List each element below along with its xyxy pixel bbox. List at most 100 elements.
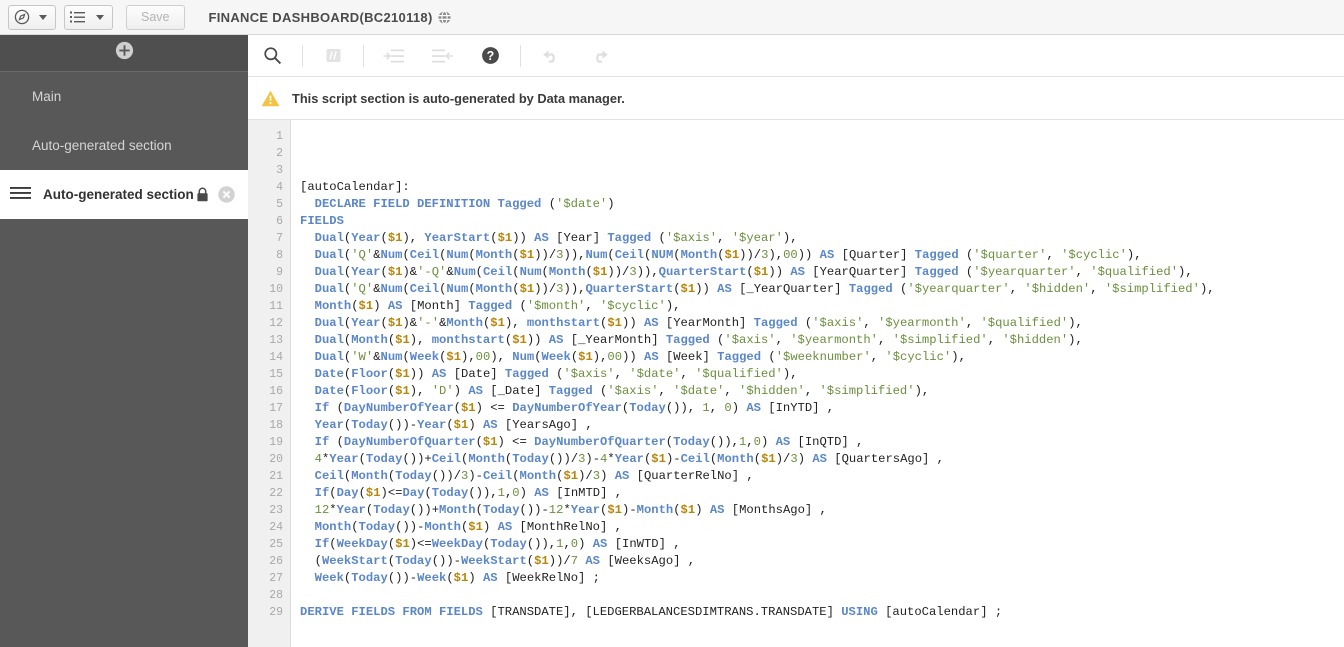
code-line[interactable]: [autoCalendar]: (300, 179, 1344, 196)
code-line[interactable]: DERIVE FIELDS FROM FIELDS [TRANSDATE], [… (300, 604, 1344, 621)
code-content[interactable]: [autoCalendar]: DECLARE FIELD DEFINITION… (291, 120, 1344, 647)
code-token: ) (453, 384, 469, 398)
code-token: [YearsAgo] , (497, 418, 593, 432)
code-token: $1 (578, 350, 593, 364)
code-line[interactable]: DECLARE FIELD DEFINITION Tagged ('$date'… (300, 196, 1344, 213)
code-line[interactable]: Month(Today())-Month($1) AS [MonthRelNo]… (300, 519, 1344, 536)
navigation-dropdown-button[interactable] (8, 4, 56, 30)
code-token: [QuartersAgo] , (826, 452, 944, 466)
code-line[interactable] (300, 145, 1344, 162)
code-token: $1 (563, 469, 579, 483)
code-line[interactable]: 4*Year(Today())+Ceil(Month(Today())/3)-4… (300, 451, 1344, 468)
code-token: 0 (753, 435, 761, 449)
code-line[interactable]: If (DayNumberOfQuarter($1) <= DayNumberO… (300, 434, 1344, 451)
code-line[interactable] (300, 587, 1344, 604)
code-token: ) (468, 571, 483, 585)
sidebar-item-main[interactable]: Main (0, 72, 248, 121)
warning-triangle-icon (261, 90, 280, 107)
undo-icon[interactable] (527, 35, 575, 77)
redo-icon[interactable] (575, 35, 623, 77)
code-token: Floor (351, 367, 388, 381)
help-icon[interactable]: ? (466, 35, 514, 77)
code-line[interactable]: Dual(Year($1), YearStart($1)) AS [Year] … (300, 230, 1344, 247)
code-token: [Quarter] (834, 248, 915, 262)
code-line[interactable]: Dual(Year($1)&'-Q'&Num(Ceil(Num(Month($1… (300, 264, 1344, 281)
code-token: Day (336, 486, 359, 500)
code-line[interactable]: If (DayNumberOfYear($1) <= DayNumberOfYe… (300, 400, 1344, 417)
code-token: [WeekRelNo] ; (497, 571, 600, 585)
code-token: ( (797, 316, 813, 330)
code-line[interactable]: Year(Today())-Year($1) AS [YearsAgo] , (300, 417, 1344, 434)
code-token: AS (534, 486, 549, 500)
code-token: AS (592, 537, 608, 551)
plus-circle-icon (115, 41, 134, 65)
code-token: $1 (453, 571, 469, 585)
code-line[interactable]: Ceil(Month(Today())/3)-Ceil(Month($1)/3)… (300, 468, 1344, 485)
search-icon[interactable] (248, 35, 296, 77)
code-token: 1 (702, 401, 710, 415)
code-line[interactable]: Dual(Year($1)&'-'&Month($1), monthstart(… (300, 315, 1344, 332)
sidebar-item-label: Auto-generated section (43, 187, 194, 202)
code-line[interactable]: (WeekStart(Today())-WeekStart($1))/7 AS … (300, 553, 1344, 570)
save-button[interactable]: Save (126, 4, 185, 30)
code-token: AS (387, 299, 403, 313)
line-number: 12 (269, 317, 283, 330)
code-token: AS (548, 333, 564, 347)
code-editor-area[interactable]: 1 2 3 4 5 6 7 8 9 10 11 12 13 14 15 16 17 18 19 20 21 22 23 24 2… (248, 120, 1344, 647)
list-dropdown-button[interactable] (64, 4, 113, 30)
code-token: Num (380, 350, 403, 364)
sidebar-item-auto-generated-section-selected[interactable]: Auto-generated section (0, 170, 248, 219)
code-line[interactable]: If(Day($1)<=Day(Today()),1,0) AS [InMTD]… (300, 485, 1344, 502)
code-token: $1 (446, 350, 462, 364)
code-line[interactable]: Dual('Q'&Num(Ceil(Num(Month($1))/3)),Qua… (300, 281, 1344, 298)
code-token: Today (673, 435, 710, 449)
code-token: ()), (709, 435, 739, 449)
code-token: AS (746, 401, 761, 415)
code-token: ( (512, 299, 527, 313)
code-token: '$simplified' (1104, 282, 1200, 296)
hamburger-drag-icon[interactable] (10, 186, 31, 203)
code-line[interactable]: Week(Today())-Week($1) AS [WeekRelNo] ; (300, 570, 1344, 587)
code-token: ) (578, 537, 593, 551)
code-token: ( (753, 452, 762, 466)
code-token: ( (892, 282, 908, 296)
code-token: ))/ (534, 248, 557, 262)
code-token: 0 (570, 537, 579, 551)
code-token: Num (380, 282, 403, 296)
sidebar-item-auto-generated-section[interactable]: Auto-generated section (0, 121, 248, 170)
code-token: [Month] (402, 299, 469, 313)
code-token: Tagged (504, 367, 549, 381)
code-token: ( (490, 231, 498, 245)
globe-icon[interactable] (438, 10, 451, 24)
close-circle-icon[interactable] (218, 186, 235, 203)
code-line[interactable]: Month($1) AS [Month] Tagged ('$month', '… (300, 298, 1344, 315)
code-line[interactable]: 12*Year(Today())+Month(Today())-12*Year(… (300, 502, 1344, 519)
code-token: ( (761, 350, 776, 364)
code-line[interactable]: Dual(Month($1), monthstart($1)) AS [_Yea… (300, 332, 1344, 349)
code-line[interactable] (300, 128, 1344, 145)
code-token: )/ (578, 469, 593, 483)
code-token: ( (329, 401, 344, 415)
code-line[interactable]: Dual('Q'&Num(Ceil(Num(Month($1))/3)),Num… (300, 247, 1344, 264)
add-section-button[interactable] (0, 35, 248, 72)
code-token: ( (329, 537, 337, 551)
code-token: '$qualified' (980, 316, 1069, 330)
code-token: AS (717, 282, 732, 296)
code-line[interactable]: Dual('W'&Num(Week($1),00), Num(Week($1),… (300, 349, 1344, 366)
code-token: Year (417, 418, 447, 432)
indent-icon[interactable] (370, 35, 418, 77)
outdent-icon[interactable] (418, 35, 466, 77)
code-token: 0 (512, 486, 520, 500)
code-token: )), (563, 248, 586, 262)
code-line[interactable]: If(WeekDay($1)<=WeekDay(Today()),1,0) AS… (300, 536, 1344, 553)
code-token: Month (314, 299, 352, 313)
comment-icon[interactable] (309, 35, 357, 77)
code-token: 'W' (351, 350, 374, 364)
code-line[interactable] (300, 162, 1344, 179)
code-line[interactable]: Date(Floor($1)) AS [Date] Tagged ('$axis… (300, 366, 1344, 383)
code-line[interactable]: Date(Floor($1), 'D') AS [_Date] Tagged (… (300, 383, 1344, 400)
lock-icon[interactable] (196, 187, 209, 202)
code-token: Month (475, 282, 513, 296)
code-line[interactable]: FIELDS (300, 213, 1344, 230)
code-token: )) (622, 350, 645, 364)
